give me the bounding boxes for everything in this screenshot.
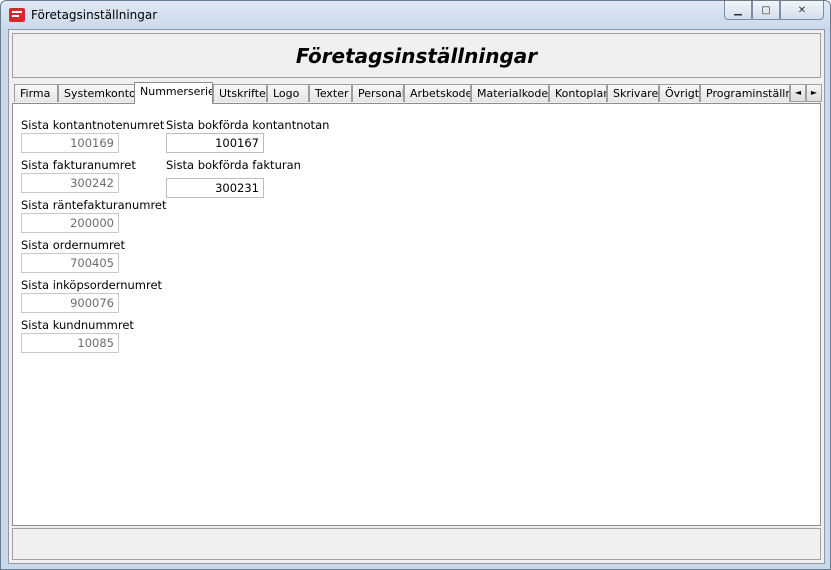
window-controls: ▁ □ ✕	[724, 1, 824, 20]
tab-texter[interactable]: Texter	[309, 84, 352, 102]
client-area: Företagsinställningar Firma Systemkonton…	[8, 29, 825, 564]
tab-ovrigt[interactable]: Övrigt	[659, 84, 700, 102]
scroll-left-icon[interactable]: ◄	[790, 84, 806, 102]
tab-materialkoder[interactable]: Materialkoder	[471, 84, 549, 102]
tab-arbetskoder[interactable]: Arbetskoder	[404, 84, 471, 102]
input-kontantnotenumret[interactable]: 100169	[21, 133, 119, 153]
input-ordernumret[interactable]: 700405	[21, 253, 119, 273]
minimize-button[interactable]: ▁	[724, 1, 752, 20]
tab-logo[interactable]: Logo	[267, 84, 309, 102]
close-button[interactable]: ✕	[780, 1, 824, 20]
scroll-right-icon[interactable]: ►	[806, 84, 822, 102]
label-rantefakturanumret: Sista räntefakturanumret	[21, 198, 167, 212]
label-inkopsordernumret: Sista inköpsordernumret	[21, 278, 163, 292]
label-bokforda-kontantnotan: Sista bokförda kontantnotan	[166, 118, 330, 132]
tab-skrivare[interactable]: Skrivare	[607, 84, 659, 102]
tab-personal[interactable]: Personal	[352, 84, 404, 102]
label-kontantnotenumret: Sista kontantnotenumret	[21, 118, 165, 132]
tab-kontoplan[interactable]: Kontoplan	[549, 84, 607, 102]
tab-systemkonton[interactable]: Systemkonton	[58, 84, 135, 102]
maximize-button[interactable]: □	[752, 1, 780, 20]
page-title: Företagsinställningar	[295, 44, 538, 68]
label-bokforda-fakturan: Sista bokförda fakturan	[166, 158, 301, 172]
input-bokforda-fakturan[interactable]: 300231	[166, 178, 264, 198]
tab-strip: Firma Systemkonton Nummerserier Utskrift…	[12, 82, 822, 104]
input-rantefakturanumret[interactable]: 200000	[21, 213, 119, 233]
nummerserier-panel: Sista kontantnotenumret 100169 Sista fak…	[12, 103, 821, 526]
input-bokforda-kontantnotan[interactable]: 100167	[166, 133, 264, 153]
app-window: Företagsinställningar ▁ □ ✕ Företagsinst…	[0, 0, 831, 570]
label-ordernumret: Sista ordernumret	[21, 238, 125, 252]
title-bar[interactable]: Företagsinställningar ▁ □ ✕	[1, 1, 830, 29]
label-kundnummret: Sista kundnummret	[21, 318, 134, 332]
app-icon	[9, 8, 25, 22]
tab-programinstallningar[interactable]: Programinställningar	[700, 84, 790, 102]
label-fakturanumret: Sista fakturanumret	[21, 158, 136, 172]
input-kundnummret[interactable]: 10085	[21, 333, 119, 353]
window-title: Företagsinställningar	[31, 8, 158, 22]
tab-nummerserier[interactable]: Nummerserier	[134, 82, 213, 104]
header-panel: Företagsinställningar	[12, 33, 821, 78]
input-inkopsordernumret[interactable]: 900076	[21, 293, 119, 313]
status-bar	[12, 528, 821, 560]
tab-utskrifter[interactable]: Utskrifter	[213, 84, 267, 102]
input-fakturanumret[interactable]: 300242	[21, 173, 119, 193]
tab-firma[interactable]: Firma	[14, 84, 58, 102]
